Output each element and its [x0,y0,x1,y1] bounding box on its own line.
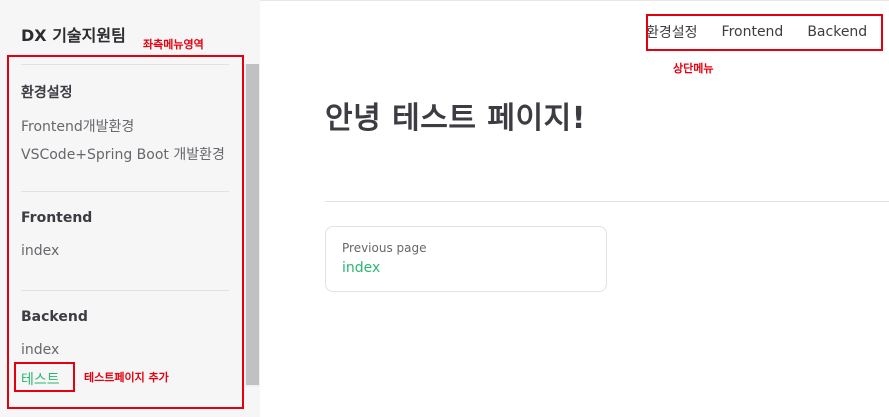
sidebar-section-heading: Frontend [21,210,93,226]
previous-page-link[interactable]: index [342,260,380,276]
sidebar-divider [21,191,229,192]
sidebar-scrollbar-thumb[interactable] [246,64,259,385]
sidebar-link-vscode-spring[interactable]: VSCode+Spring Boot 개발환경 [21,144,225,164]
sidebar-link-frontend-index[interactable]: index [21,243,59,259]
sidebar-link-backend-index[interactable]: index [21,342,59,358]
main-content [260,0,889,417]
sidebar-section-heading: Backend [21,309,88,325]
content-divider [325,201,889,202]
sidebar: DX 기술지원팀 환경설정 Frontend개발환경 VSCode+Spring… [0,0,260,417]
sidebar-divider [21,64,229,65]
test-page-annotation: 테스트페이지 추가 [84,371,169,384]
previous-page-label: Previous page [342,241,427,255]
topnav-item-backend[interactable]: Backend [807,24,867,40]
left-menu-annotation: 좌측메뉴영역 [143,38,204,51]
previous-page-card[interactable]: Previous page index [325,226,607,292]
sidebar-section-heading: 환경설정 [21,85,73,101]
sidebar-divider [21,290,229,291]
topnav-item-frontend[interactable]: Frontend [722,24,784,40]
top-nav: 환경설정 Frontend Backend [646,14,867,50]
page-title: 안녕 테스트 페이지! [325,101,586,136]
sidebar-link-frontend-env[interactable]: Frontend개발환경 [21,116,134,136]
sidebar-link-test[interactable]: 테스트 [21,369,60,389]
top-menu-annotation: 상단메뉴 [673,62,714,75]
topnav-item-settings[interactable]: 환경설정 [646,22,698,42]
site-title[interactable]: DX 기술지원팀 [21,22,126,46]
